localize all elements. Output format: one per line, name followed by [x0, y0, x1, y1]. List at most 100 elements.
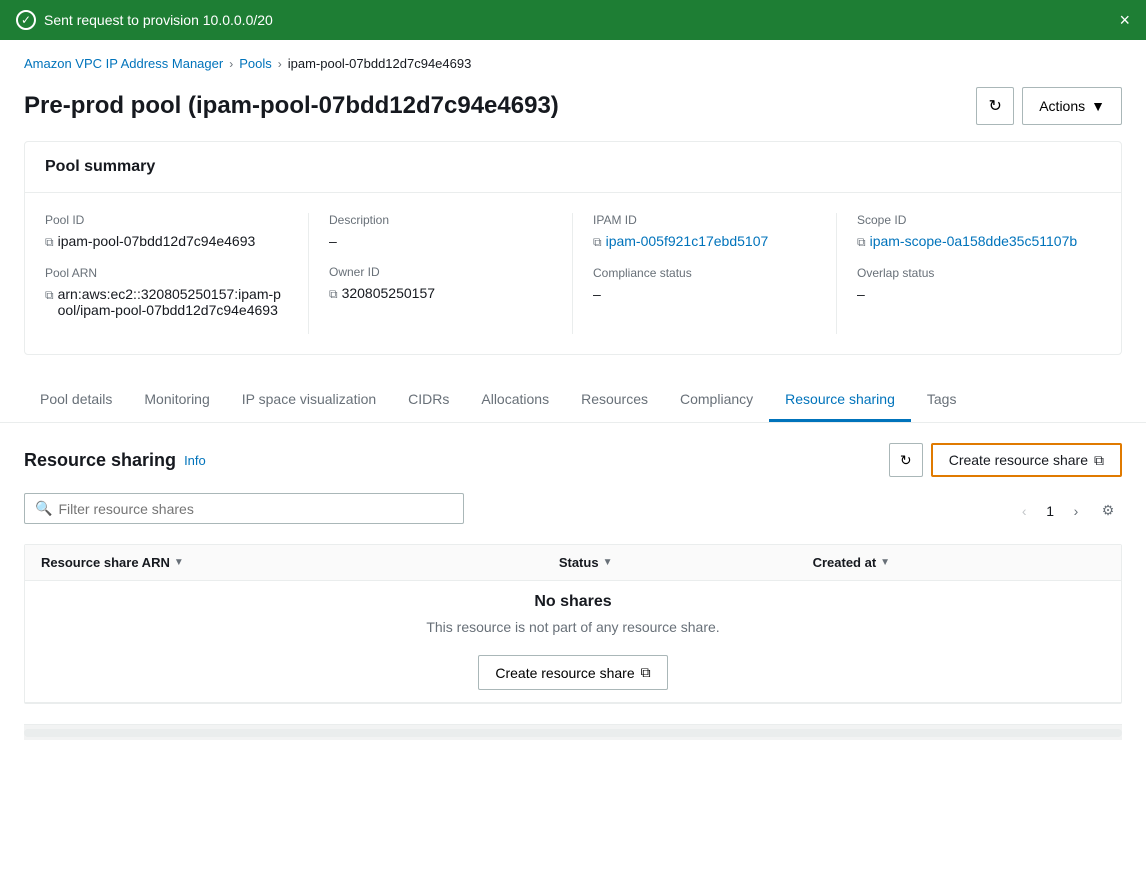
tab-allocations[interactable]: Allocations — [465, 379, 565, 422]
search-bar[interactable]: 🔍 — [24, 493, 464, 524]
section-title-area: Resource sharing Info — [24, 450, 206, 471]
banner-message: Sent request to provision 10.0.0.0/20 — [44, 12, 273, 28]
section-refresh-button[interactable]: ↻ — [889, 443, 923, 477]
card-section-4: Scope ID ⧉ ipam-scope-0a158dde35c51107b … — [837, 213, 1101, 334]
field-compliance-status: Compliance status – — [593, 266, 816, 302]
breadcrumb-sep-1: › — [229, 57, 233, 71]
ipam-id-label: IPAM ID — [593, 213, 816, 227]
overlap-status-text: – — [857, 286, 865, 302]
created-sort-icon: ▼ — [880, 557, 890, 568]
create-resource-share-empty-button[interactable]: Create resource share ⧉ — [478, 655, 667, 690]
banner-close-button[interactable]: × — [1119, 10, 1130, 31]
tab-pool-details[interactable]: Pool details — [24, 379, 128, 422]
table-empty-cell: No shares This resource is not part of a… — [25, 581, 1121, 703]
tabs-container: Pool details Monitoring IP space visuali… — [0, 379, 1146, 423]
breadcrumb-link-pools[interactable]: Pools — [239, 56, 272, 71]
banner-message-area: ✓ Sent request to provision 10.0.0.0/20 — [16, 10, 273, 30]
owner-id-text: 320805250157 — [342, 285, 435, 301]
owner-id-value: ⧉ 320805250157 — [329, 285, 552, 302]
card-section-1: Pool ID ⧉ ipam-pool-07bdd12d7c94e4693 Po… — [45, 213, 309, 334]
ipam-id-value: ⧉ ipam-005f921c17ebd5107 — [593, 233, 816, 250]
search-icon: 🔍 — [35, 500, 52, 517]
page-header: Pre-prod pool (ipam-pool-07bdd12d7c94e46… — [0, 79, 1146, 141]
arn-sort-icon: ▼ — [174, 557, 184, 568]
table-empty-row: No shares This resource is not part of a… — [25, 581, 1121, 703]
create-share-icon: ⧉ — [1094, 452, 1104, 469]
next-page-button[interactable]: › — [1062, 497, 1090, 525]
actions-button[interactable]: Actions ▼ — [1022, 87, 1122, 125]
card-section-3: IPAM ID ⧉ ipam-005f921c17ebd5107 Complia… — [573, 213, 837, 334]
card-header: Pool summary — [25, 142, 1121, 193]
status-col-sort[interactable]: Status ▼ — [559, 555, 613, 570]
pool-arn-value: ⧉ arn:aws:ec2::320805250157:ipam-pool/ip… — [45, 286, 288, 318]
status-sort-icon: ▼ — [603, 557, 613, 568]
tab-cidrs[interactable]: CIDRs — [392, 379, 465, 422]
empty-create-icon: ⧉ — [641, 664, 651, 681]
check-icon: ✓ — [16, 10, 36, 30]
breadcrumb-link-vpc[interactable]: Amazon VPC IP Address Manager — [24, 56, 223, 71]
horizontal-scrollbar[interactable] — [24, 724, 1122, 740]
breadcrumb-sep-2: › — [278, 57, 282, 71]
section-title: Resource sharing — [24, 450, 176, 471]
tab-monitoring[interactable]: Monitoring — [128, 379, 225, 422]
card-section-2: Description – Owner ID ⧉ 320805250157 — [309, 213, 573, 334]
description-label: Description — [329, 213, 552, 227]
tabs: Pool details Monitoring IP space visuali… — [24, 379, 1122, 422]
search-input[interactable] — [58, 501, 453, 517]
pool-summary-heading: Pool summary — [45, 158, 1101, 176]
field-scope-id: Scope ID ⧉ ipam-scope-0a158dde35c51107b — [857, 213, 1081, 250]
description-text: – — [329, 233, 337, 249]
pool-id-label: Pool ID — [45, 213, 288, 227]
breadcrumb: Amazon VPC IP Address Manager › Pools › … — [0, 40, 1146, 79]
copy-pool-arn-icon[interactable]: ⧉ — [45, 288, 54, 303]
pool-id-value: ⧉ ipam-pool-07bdd12d7c94e4693 — [45, 233, 288, 250]
arn-col-sort[interactable]: Resource share ARN ▼ — [41, 555, 184, 570]
copy-owner-id-icon[interactable]: ⧉ — [329, 287, 338, 302]
actions-arrow: ▼ — [1091, 98, 1105, 114]
tab-compliancy[interactable]: Compliancy — [664, 379, 769, 422]
tab-resources[interactable]: Resources — [565, 379, 664, 422]
field-owner-id: Owner ID ⧉ 320805250157 — [329, 265, 552, 302]
field-overlap-status: Overlap status – — [857, 266, 1081, 302]
header-actions: ↻ Actions ▼ — [976, 87, 1122, 125]
create-share-label: Create resource share — [949, 452, 1088, 468]
pool-arn-text: arn:aws:ec2::320805250157:ipam-pool/ipam… — [58, 286, 288, 318]
empty-desc: This resource is not part of any resourc… — [41, 619, 1105, 635]
empty-create-label: Create resource share — [495, 665, 634, 681]
card-body: Pool ID ⧉ ipam-pool-07bdd12d7c94e4693 Po… — [25, 193, 1121, 354]
field-ipam-id: IPAM ID ⧉ ipam-005f921c17ebd5107 — [593, 213, 816, 250]
page-title: Pre-prod pool (ipam-pool-07bdd12d7c94e46… — [24, 92, 559, 120]
table-settings-button[interactable]: ⚙ — [1094, 497, 1122, 525]
pool-id-text: ipam-pool-07bdd12d7c94e4693 — [58, 233, 256, 249]
compliance-status-text: – — [593, 286, 601, 302]
created-col-sort[interactable]: Created at ▼ — [813, 555, 890, 570]
search-pagination-row: 🔍 ‹ 1 › ⚙ — [24, 493, 1122, 536]
th-arn: Resource share ARN ▼ — [25, 545, 543, 581]
copy-pool-id-icon[interactable]: ⧉ — [45, 235, 54, 250]
scope-id-link[interactable]: ipam-scope-0a158dde35c51107b — [870, 233, 1078, 249]
ipam-id-link[interactable]: ipam-005f921c17ebd5107 — [606, 233, 769, 249]
tab-resource-sharing[interactable]: Resource sharing — [769, 379, 911, 422]
tab-ip-space[interactable]: IP space visualization — [226, 379, 392, 422]
copy-scope-id-icon[interactable]: ⧉ — [857, 235, 866, 250]
scroll-track — [24, 729, 1122, 737]
copy-ipam-id-icon[interactable]: ⧉ — [593, 235, 602, 250]
create-resource-share-button[interactable]: Create resource share ⧉ — [931, 443, 1122, 477]
pool-summary-card: Pool summary Pool ID ⧉ ipam-pool-07bdd12… — [24, 141, 1122, 355]
table-head: Resource share ARN ▼ Status ▼ — [25, 545, 1121, 581]
tab-tags[interactable]: Tags — [911, 379, 973, 422]
success-banner: ✓ Sent request to provision 10.0.0.0/20 … — [0, 0, 1146, 40]
info-link[interactable]: Info — [184, 453, 206, 468]
page-number: 1 — [1042, 503, 1058, 519]
overlap-status-label: Overlap status — [857, 266, 1081, 280]
refresh-button[interactable]: ↻ — [976, 87, 1014, 125]
prev-page-button[interactable]: ‹ — [1010, 497, 1038, 525]
pool-arn-label: Pool ARN — [45, 266, 288, 280]
owner-id-label: Owner ID — [329, 265, 552, 279]
field-pool-arn: Pool ARN ⧉ arn:aws:ec2::320805250157:ipa… — [45, 266, 288, 318]
breadcrumb-current: ipam-pool-07bdd12d7c94e4693 — [288, 56, 472, 71]
section-header: Resource sharing Info ↻ Create resource … — [24, 443, 1122, 477]
resource-sharing-section: Resource sharing Info ↻ Create resource … — [24, 443, 1122, 704]
resource-shares-table: Resource share ARN ▼ Status ▼ — [25, 545, 1121, 703]
scope-id-value: ⧉ ipam-scope-0a158dde35c51107b — [857, 233, 1081, 250]
